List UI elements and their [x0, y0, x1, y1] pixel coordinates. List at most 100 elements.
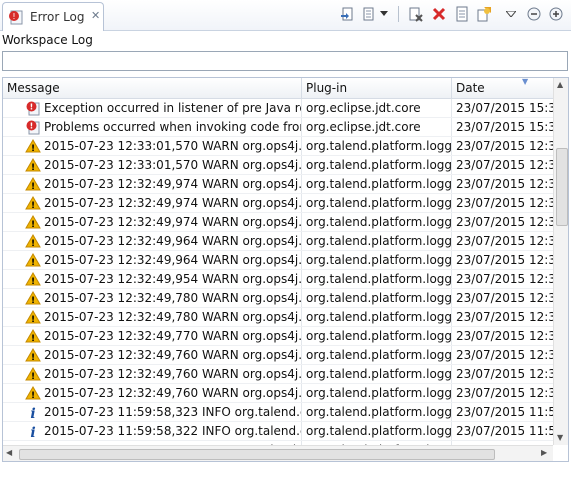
vertical-scroll-thumb[interactable]	[556, 148, 568, 226]
table-header: Message Plug-in Date ▼	[3, 78, 553, 99]
chevron-down-icon[interactable]	[378, 4, 390, 24]
table-row[interactable]: ! Problems occurred when invoking code fr…	[3, 118, 553, 137]
svg-text:!: !	[31, 315, 35, 325]
warning-icon: !	[25, 329, 41, 344]
plugin-cell: org.talend.platform.logging	[302, 194, 452, 212]
message-text: 2015-07-23 12:32:49,760 WARN org.ops4j.p…	[44, 386, 302, 400]
error-log-icon: !	[9, 10, 23, 25]
horizontal-scrollbar[interactable]: ◀ ▶	[3, 445, 553, 461]
table-row[interactable]: ! 2015-07-23 12:33:01,570 WARN org.ops4j.…	[3, 156, 553, 175]
plugin-cell: org.talend.platform.logging	[302, 346, 452, 364]
table-row[interactable]: ! 2015-07-23 12:32:49,964 WARN org.ops4j.…	[3, 232, 553, 251]
table-row[interactable]: i 2015-07-23 11:59:58,323 INFO org.talend…	[3, 403, 553, 422]
message-cell: ! 2015-07-23 12:33:01,570 WARN org.ops4j.…	[3, 156, 302, 174]
message-text: 2015-07-23 12:32:49,964 WARN org.ops4j.p…	[44, 253, 302, 267]
svg-text:!: !	[31, 296, 35, 306]
tab-error-log[interactable]: ! Error Log ✕	[2, 2, 104, 31]
table-row[interactable]: ! 2015-07-23 12:32:49,974 WARN org.ops4j.…	[3, 175, 553, 194]
delete-log-icon[interactable]	[429, 4, 449, 24]
filter-input[interactable]	[2, 51, 568, 71]
info-icon: i	[30, 425, 35, 439]
scroll-left-arrow-icon[interactable]: ◀	[6, 448, 12, 457]
column-header-date[interactable]: Date ▼	[452, 78, 553, 98]
warning-icon: !	[25, 291, 41, 306]
plugin-cell: org.talend.platform.logging	[302, 403, 452, 421]
svg-text:!: !	[31, 372, 35, 382]
message-text: 2015-07-23 12:32:49,954 WARN org.ops4j.p…	[44, 272, 302, 286]
clear-log-viewer-icon[interactable]	[406, 4, 426, 24]
date-cell: 23/07/2015 12:32	[456, 234, 553, 248]
table-body: ! Exception occurred in listener of pre J…	[3, 99, 553, 461]
scroll-up-arrow-icon[interactable]: ▲	[557, 80, 563, 89]
svg-text:!: !	[31, 144, 35, 154]
sort-descending-icon: ▼	[522, 77, 529, 86]
plugin-cell: org.talend.platform.logging	[302, 289, 452, 307]
message-text: 2015-07-23 11:59:58,322 INFO org.talend.…	[44, 424, 301, 438]
open-log-icon[interactable]	[452, 4, 472, 24]
table-row[interactable]: ! 2015-07-23 12:32:49,964 WARN org.ops4j.…	[3, 251, 553, 270]
table-row[interactable]: ! 2015-07-23 12:32:49,974 WARN org.ops4j.…	[3, 213, 553, 232]
message-cell: ! 2015-07-23 12:32:49,780 WARN org.ops4j.…	[3, 289, 302, 307]
date-cell: 23/07/2015 12:32	[456, 348, 553, 362]
date-cell: 23/07/2015 12:32	[456, 386, 553, 400]
warning-icon: !	[25, 386, 41, 401]
scroll-right-arrow-icon[interactable]: ▶	[541, 448, 547, 457]
date-cell: 23/07/2015 12:33	[456, 158, 553, 172]
table-row[interactable]: ! 2015-07-23 12:32:49,760 WARN org.ops4j.…	[3, 365, 553, 384]
warning-icon: !	[25, 367, 41, 382]
minimize-icon[interactable]	[524, 4, 544, 24]
message-text: Exception occurred in listener of pre Ja…	[44, 101, 301, 115]
toolbar-separator	[398, 6, 399, 22]
restore-log-icon[interactable]	[474, 4, 494, 24]
close-icon[interactable]: ✕	[91, 9, 100, 22]
table-row[interactable]: ! 2015-07-23 12:32:49,974 WARN org.ops4j.…	[3, 194, 553, 213]
message-text: 2015-07-23 12:32:49,760 WARN org.ops4j.p…	[44, 367, 302, 381]
date-cell: 23/07/2015 15:38	[456, 120, 553, 134]
date-cell: 23/07/2015 12:32	[456, 272, 553, 286]
table-row[interactable]: ! 2015-07-23 12:32:49,780 WARN org.ops4j.…	[3, 308, 553, 327]
message-cell: ! 2015-07-23 12:32:49,780 WARN org.ops4j.…	[3, 308, 302, 326]
column-header-plugin[interactable]: Plug-in	[302, 78, 452, 98]
message-text: 2015-07-23 12:33:01,570 WARN org.ops4j.p…	[44, 139, 302, 153]
message-cell: i 2015-07-23 11:59:58,323 INFO org.talend…	[3, 403, 302, 421]
table-row[interactable]: ! 2015-07-23 12:32:49,770 WARN org.ops4j.…	[3, 327, 553, 346]
svg-text:!: !	[31, 334, 35, 344]
table-row[interactable]: ! 2015-07-23 12:32:49,954 WARN org.ops4j.…	[3, 270, 553, 289]
plugin-cell: org.talend.platform.logging	[302, 175, 452, 193]
message-text: 2015-07-23 12:32:49,974 WARN org.ops4j.p…	[44, 215, 302, 229]
maximize-icon[interactable]	[546, 4, 566, 24]
date-cell: 23/07/2015 15:38	[456, 101, 553, 115]
svg-text:!: !	[31, 239, 35, 249]
column-header-message[interactable]: Message	[3, 78, 302, 98]
table-row[interactable]: i 2015-07-23 11:59:58,322 INFO org.talend…	[3, 422, 553, 441]
warning-icon: !	[25, 139, 41, 154]
plugin-cell: org.talend.platform.logging	[302, 365, 452, 383]
message-cell: ! 2015-07-23 12:32:49,974 WARN org.ops4j.…	[3, 194, 302, 212]
message-text: 2015-07-23 11:59:58,323 INFO org.talend.…	[44, 405, 301, 419]
message-text: 2015-07-23 12:32:49,964 WARN org.ops4j.p…	[44, 234, 302, 248]
error-icon: !	[26, 101, 40, 116]
svg-text:!: !	[31, 391, 35, 401]
date-cell: 23/07/2015 12:32	[456, 291, 553, 305]
message-cell: ! Exception occurred in listener of pre J…	[3, 99, 302, 117]
scroll-down-arrow-icon[interactable]: ▼	[557, 433, 563, 442]
tab-label: Error Log	[30, 10, 85, 24]
table-row[interactable]: ! 2015-07-23 12:32:49,760 WARN org.ops4j.…	[3, 346, 553, 365]
message-cell: ! 2015-07-23 12:33:01,570 WARN org.ops4j.…	[3, 137, 302, 155]
svg-text:!: !	[31, 353, 35, 363]
table-row[interactable]: ! 2015-07-23 12:33:01,570 WARN org.ops4j.…	[3, 137, 553, 156]
warning-icon: !	[25, 177, 41, 192]
view-menu-icon[interactable]	[504, 4, 518, 24]
horizontal-scroll-thumb[interactable]	[19, 449, 495, 460]
message-cell: ! 2015-07-23 12:32:49,760 WARN org.ops4j.…	[3, 365, 302, 383]
svg-text:!: !	[12, 12, 15, 21]
plugin-cell: org.talend.platform.logging	[302, 232, 452, 250]
svg-text:!: !	[31, 258, 35, 268]
table-row[interactable]: ! Exception occurred in listener of pre J…	[3, 99, 553, 118]
export-log-icon[interactable]	[337, 4, 357, 24]
import-log-icon[interactable]	[359, 4, 379, 24]
table-row[interactable]: ! 2015-07-23 12:32:49,780 WARN org.ops4j.…	[3, 289, 553, 308]
vertical-scrollbar[interactable]: ▲ ▼	[553, 78, 568, 445]
message-text: 2015-07-23 12:32:49,780 WARN org.ops4j.p…	[44, 310, 302, 324]
table-row[interactable]: ! 2015-07-23 12:32:49,760 WARN org.ops4j.…	[3, 384, 553, 403]
